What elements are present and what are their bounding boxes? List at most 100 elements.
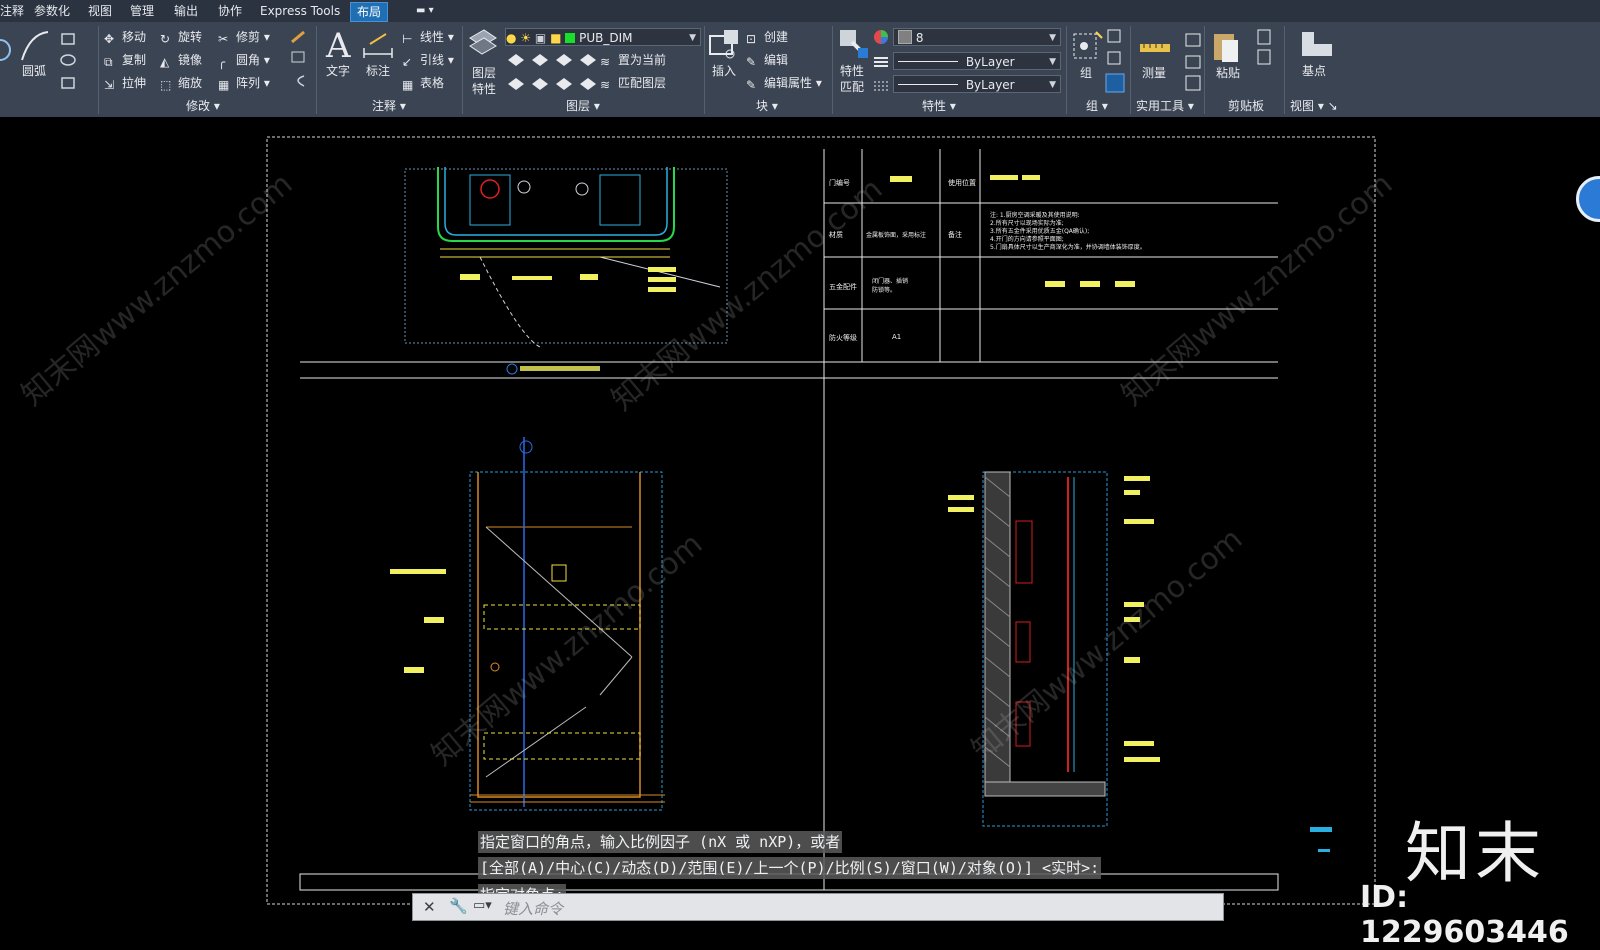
dim-label[interactable]: 标注 [366, 62, 390, 79]
utilities-panel-title[interactable]: 实用工具 ▾ [1136, 98, 1194, 114]
scale-button[interactable]: ⬚ 缩放 [160, 73, 202, 93]
set-current-button[interactable]: ≋ 置为当前 [600, 50, 666, 70]
lineweight-value: ByLayer [965, 78, 1015, 92]
table-value-hardware: 闭门器、插销 防锁等。 [872, 278, 909, 294]
arc-label[interactable]: 圆弧 [22, 62, 46, 79]
measure-label[interactable]: 测量 [1142, 64, 1166, 81]
view-panel-title[interactable]: 视图 ▾ ↘ [1290, 98, 1338, 114]
text-icon[interactable]: A [326, 26, 351, 66]
fillet-button[interactable]: ╭ 圆角 ▾ [218, 50, 270, 70]
color-value: 8 [915, 31, 924, 45]
groups-panel-title[interactable]: 组 ▾ [1086, 98, 1108, 114]
group-icons[interactable] [1072, 28, 1132, 98]
linear-button[interactable]: ⊢ 线性 ▾ [402, 27, 454, 47]
stretch-icon: ⇲ [104, 78, 115, 92]
sun-icon: ☀ [520, 31, 532, 45]
move-button[interactable]: ✥ 移动 [104, 27, 146, 47]
note-line: 2.所有尺寸以现场实际为准; [990, 220, 1064, 227]
paste-label[interactable]: 粘贴 [1216, 64, 1240, 81]
menu-tab-parametric[interactable]: 参数化 [28, 2, 76, 20]
copy-button[interactable]: ⧉ 复制 [104, 50, 146, 70]
note-line: 3.所有五金件采用优质五金(QA确认); [990, 228, 1090, 235]
menu-tab-collaborate[interactable]: 协作 [212, 2, 248, 20]
lock-icon: ■ [550, 31, 562, 45]
table-notes: 注: 1.厨房空调采暖及其使用说明: 2.所有尺寸以现场实际为准; 3.所有五金… [990, 212, 1146, 252]
layer-tool-icons[interactable] [506, 52, 596, 96]
match-props-label[interactable]: 特性 [840, 62, 864, 79]
properties-panel-title[interactable]: 特性 ▾ [922, 98, 956, 114]
note-line: 5.门扇具体尺寸以生产商深化为准，并协调墙体装饰厚度。 [990, 244, 1146, 251]
command-input[interactable]: 键入命令 [503, 898, 563, 919]
command-prompt-icon[interactable]: ▭▾ [473, 898, 492, 913]
create-block-button[interactable]: ⊡ 创建 [746, 27, 788, 47]
mirror-button[interactable]: ◭ 镜像 [160, 50, 202, 70]
layer-dropdown[interactable]: ● ☀ ▣ ■ PUB_DIM ▼ [505, 28, 701, 46]
table-label-hardware: 五金配件 [829, 283, 857, 291]
note-line: 4.开门的方向请参照平面图; [990, 236, 1064, 243]
linetype-value: ByLayer [965, 55, 1015, 69]
rotate-icon: ↻ [160, 32, 171, 46]
color-dropdown[interactable]: 8 ▼ [893, 28, 1061, 46]
modify-extra-icons[interactable] [288, 28, 310, 94]
match-layer-button[interactable]: ≋ 匹配图层 [600, 73, 666, 93]
chevron-down-icon: ▼ [1049, 57, 1056, 67]
rotate-button[interactable]: ↻ 旋转 [160, 27, 202, 47]
property-row-icons [874, 30, 888, 91]
leader-button[interactable]: ↙ 引线 ▾ [402, 50, 454, 70]
leader-icon: ↙ [402, 55, 413, 69]
layer-properties-icon[interactable] [468, 28, 498, 60]
table-button[interactable]: ▦ 表格 [402, 73, 444, 93]
clipboard-panel-title[interactable]: 剪贴板 [1228, 98, 1264, 114]
dimension-icon[interactable] [362, 30, 394, 60]
menu-tab-output[interactable]: 输出 [168, 2, 204, 20]
edit-attributes-button[interactable]: ✎ 编辑属性 ▾ [746, 73, 822, 93]
close-icon[interactable]: ✕ [423, 898, 436, 916]
fillet-icon: ╭ [218, 55, 226, 69]
workspace-dropdown-icon[interactable]: ▬ ▾ [410, 2, 440, 20]
table-label-location: 使用位置 [948, 179, 976, 187]
mirror-icon: ◭ [160, 55, 170, 69]
annotation-panel-title[interactable]: 注释 ▾ [372, 98, 406, 114]
table-value-fire-rating: A1 [892, 333, 902, 341]
stretch-button[interactable]: ⇲ 拉伸 [104, 73, 146, 93]
menu-tab-layout[interactable]: 布局 [350, 2, 389, 22]
create-block-icon: ⊡ [746, 32, 757, 46]
command-history-line: [全部(A)/中心(C)/动态(D)/范围(E)/上一个(P)/比例(S)/窗口… [478, 857, 1102, 879]
set-current-icon: ≋ [600, 55, 611, 69]
wrench-icon[interactable]: 🔧 [449, 897, 468, 915]
edit-block-button[interactable]: ✎ 编辑 [746, 50, 788, 70]
panel-divider [704, 26, 705, 114]
linear-dim-icon: ⊢ [402, 32, 413, 46]
command-input-bar[interactable]: ✕ 🔧 ▭▾ 键入命令 [412, 893, 1224, 921]
group-label[interactable]: 组 [1080, 64, 1092, 81]
menu-tab-manage[interactable]: 管理 [124, 2, 160, 20]
layer-props-label[interactable]: 图层 [472, 64, 496, 81]
trim-button[interactable]: ✂ 修剪 ▾ [218, 27, 270, 47]
array-button[interactable]: ▦ 阵列 ▾ [218, 73, 270, 93]
draw-panel-icons [0, 31, 76, 89]
measure-icon[interactable] [1138, 32, 1208, 92]
paste-icon[interactable] [1212, 28, 1282, 68]
menu-tab-annotate[interactable]: 注释 [0, 2, 30, 20]
base-point-icon[interactable] [1300, 30, 1336, 60]
viewport-freeze-icon: ▣ [534, 31, 547, 45]
layers-panel-title[interactable]: 图层 ▾ [566, 98, 600, 114]
menu-tab-express-tools[interactable]: Express Tools [254, 2, 346, 20]
panel-divider [1066, 26, 1067, 114]
base-label[interactable]: 基点 [1302, 62, 1326, 79]
edit-block-icon: ✎ [746, 55, 757, 69]
match-properties-icon[interactable] [838, 28, 870, 60]
insert-label[interactable]: 插入 [712, 62, 736, 79]
modify-panel-title[interactable]: 修改 ▾ [186, 98, 220, 114]
lineweight-dropdown[interactable]: ByLayer ▼ [893, 75, 1061, 93]
layer-props-label-2[interactable]: 特性 [472, 80, 496, 97]
match-props-label-2[interactable]: 匹配 [840, 78, 864, 95]
line-preview [898, 84, 958, 85]
insert-block-icon[interactable] [708, 28, 742, 60]
block-panel-title[interactable]: 块 ▾ [756, 98, 778, 114]
chevron-down-icon: ▼ [1049, 80, 1056, 90]
linetype-dropdown[interactable]: ByLayer ▼ [893, 52, 1061, 70]
menu-tab-view[interactable]: 视图 [82, 2, 118, 20]
text-label[interactable]: 文字 [326, 62, 350, 79]
panel-divider [832, 26, 833, 114]
